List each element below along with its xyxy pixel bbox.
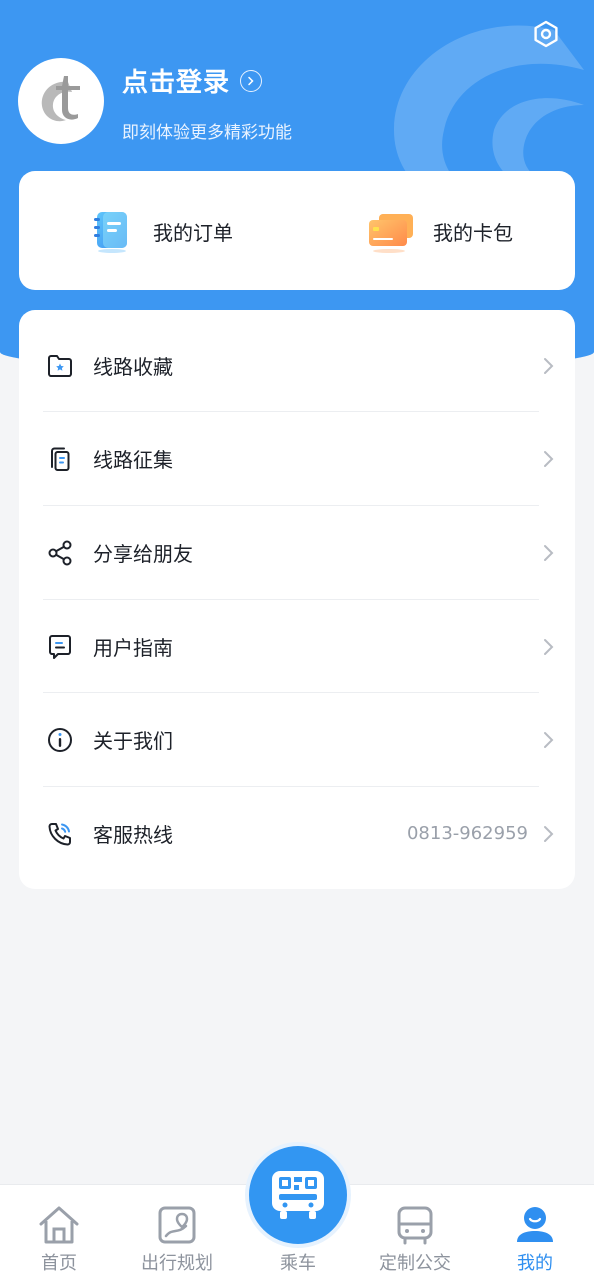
tab-mine[interactable]: 我的 (476, 1185, 594, 1280)
menu-card: 线路收藏 线路征集 分享给朋友 用户指南 关于我们 客服热线 0813-9629… (19, 310, 575, 889)
settings-button[interactable] (528, 16, 564, 52)
message-guide-icon (45, 632, 75, 662)
chevron-right-icon (544, 638, 554, 655)
menu-item-route-collection[interactable]: 线路征集 (19, 412, 575, 505)
menu-label: 用户指南 (93, 636, 173, 660)
login-title: 点击登录 (122, 68, 231, 98)
menu-item-about-us[interactable]: 关于我们 (19, 693, 575, 786)
my-card-wallet-label: 我的卡包 (433, 220, 513, 245)
tab-label: 定制公交 (379, 1253, 451, 1274)
avatar[interactable] (18, 58, 104, 144)
tab-label: 我的 (517, 1253, 553, 1274)
menu-label: 分享给朋友 (93, 542, 193, 566)
home-icon (36, 1203, 82, 1247)
hotline-number: 0813-962959 (406, 823, 528, 844)
tab-ride-label[interactable]: 乘车 (249, 1249, 347, 1275)
menu-item-share[interactable]: 分享给朋友 (19, 506, 575, 599)
info-icon (45, 725, 75, 755)
my-orders-button[interactable]: 我的订单 (89, 207, 233, 255)
app-logo-icon (41, 76, 80, 122)
quick-links-card: 我的订单 我的卡包 (19, 171, 575, 290)
menu-label: 线路收藏 (93, 355, 173, 379)
my-orders-label: 我的订单 (153, 220, 233, 245)
menu-label: 关于我们 (93, 729, 173, 753)
user-icon (512, 1203, 558, 1247)
orders-notebook-icon (94, 212, 127, 253)
login-link[interactable]: 点击登录 (122, 62, 263, 99)
bus-qrcode-icon (272, 1171, 324, 1219)
settings-hexagon-icon (534, 20, 558, 48)
map-route-icon (154, 1203, 200, 1247)
tab-label: 出行规划 (141, 1253, 213, 1274)
tab-label: 首页 (41, 1253, 77, 1274)
folder-star-icon (45, 351, 75, 381)
menu-item-user-guide[interactable]: 用户指南 (19, 600, 575, 693)
tab-custom-bus[interactable]: 定制公交 (356, 1185, 474, 1280)
document-copy-icon (45, 444, 75, 474)
chevron-right-icon (544, 544, 554, 561)
menu-item-customer-hotline[interactable]: 客服热线 0813-962959 (19, 787, 575, 880)
chevron-right-icon (544, 825, 554, 842)
tab-home[interactable]: 首页 (0, 1185, 118, 1280)
menu-label: 线路征集 (93, 448, 173, 472)
my-card-wallet-button[interactable]: 我的卡包 (365, 207, 513, 255)
menu-label: 客服热线 (93, 823, 173, 847)
chevron-right-circle-icon (240, 69, 263, 92)
chevron-right-icon (544, 357, 554, 374)
share-icon (45, 538, 75, 568)
phone-icon (45, 819, 75, 849)
bus-icon (392, 1203, 438, 1247)
card-wallet-icon (369, 214, 413, 253)
login-subtitle: 即刻体验更多精彩功能 (122, 123, 292, 143)
chevron-right-icon (544, 731, 554, 748)
menu-item-route-favorites[interactable]: 线路收藏 (19, 319, 575, 412)
tab-trip-planning[interactable]: 出行规划 (118, 1185, 236, 1280)
ride-qrcode-button[interactable] (249, 1146, 347, 1244)
chevron-right-icon (544, 450, 554, 467)
